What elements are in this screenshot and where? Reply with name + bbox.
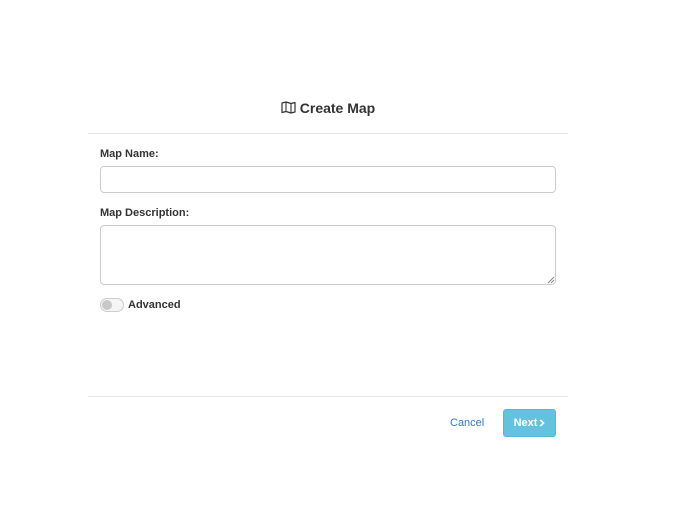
dialog-header: Create Map [88,84,568,134]
toggle-knob [102,300,112,310]
dialog-footer: Cancel Next [88,396,568,457]
create-map-dialog: Create Map Map Name: Map Description: Ad… [88,84,568,456]
map-name-label: Map Name: [100,148,159,160]
advanced-toggle[interactable] [100,298,124,312]
map-icon [281,101,296,114]
dialog-title: Create Map [299,99,376,116]
map-description-label: Map Description: [100,207,190,219]
advanced-toggle-label[interactable]: Advanced [128,299,181,311]
dialog-title-group: Create Map [281,100,375,116]
cancel-button[interactable]: Cancel [450,417,484,429]
map-name-input[interactable] [100,166,556,193]
next-button[interactable]: Next [503,409,556,437]
next-button-label: Next [513,417,538,429]
map-description-textarea[interactable] [100,225,556,285]
chevron-right-icon [540,419,546,427]
resize-grip-icon[interactable] [547,276,555,284]
